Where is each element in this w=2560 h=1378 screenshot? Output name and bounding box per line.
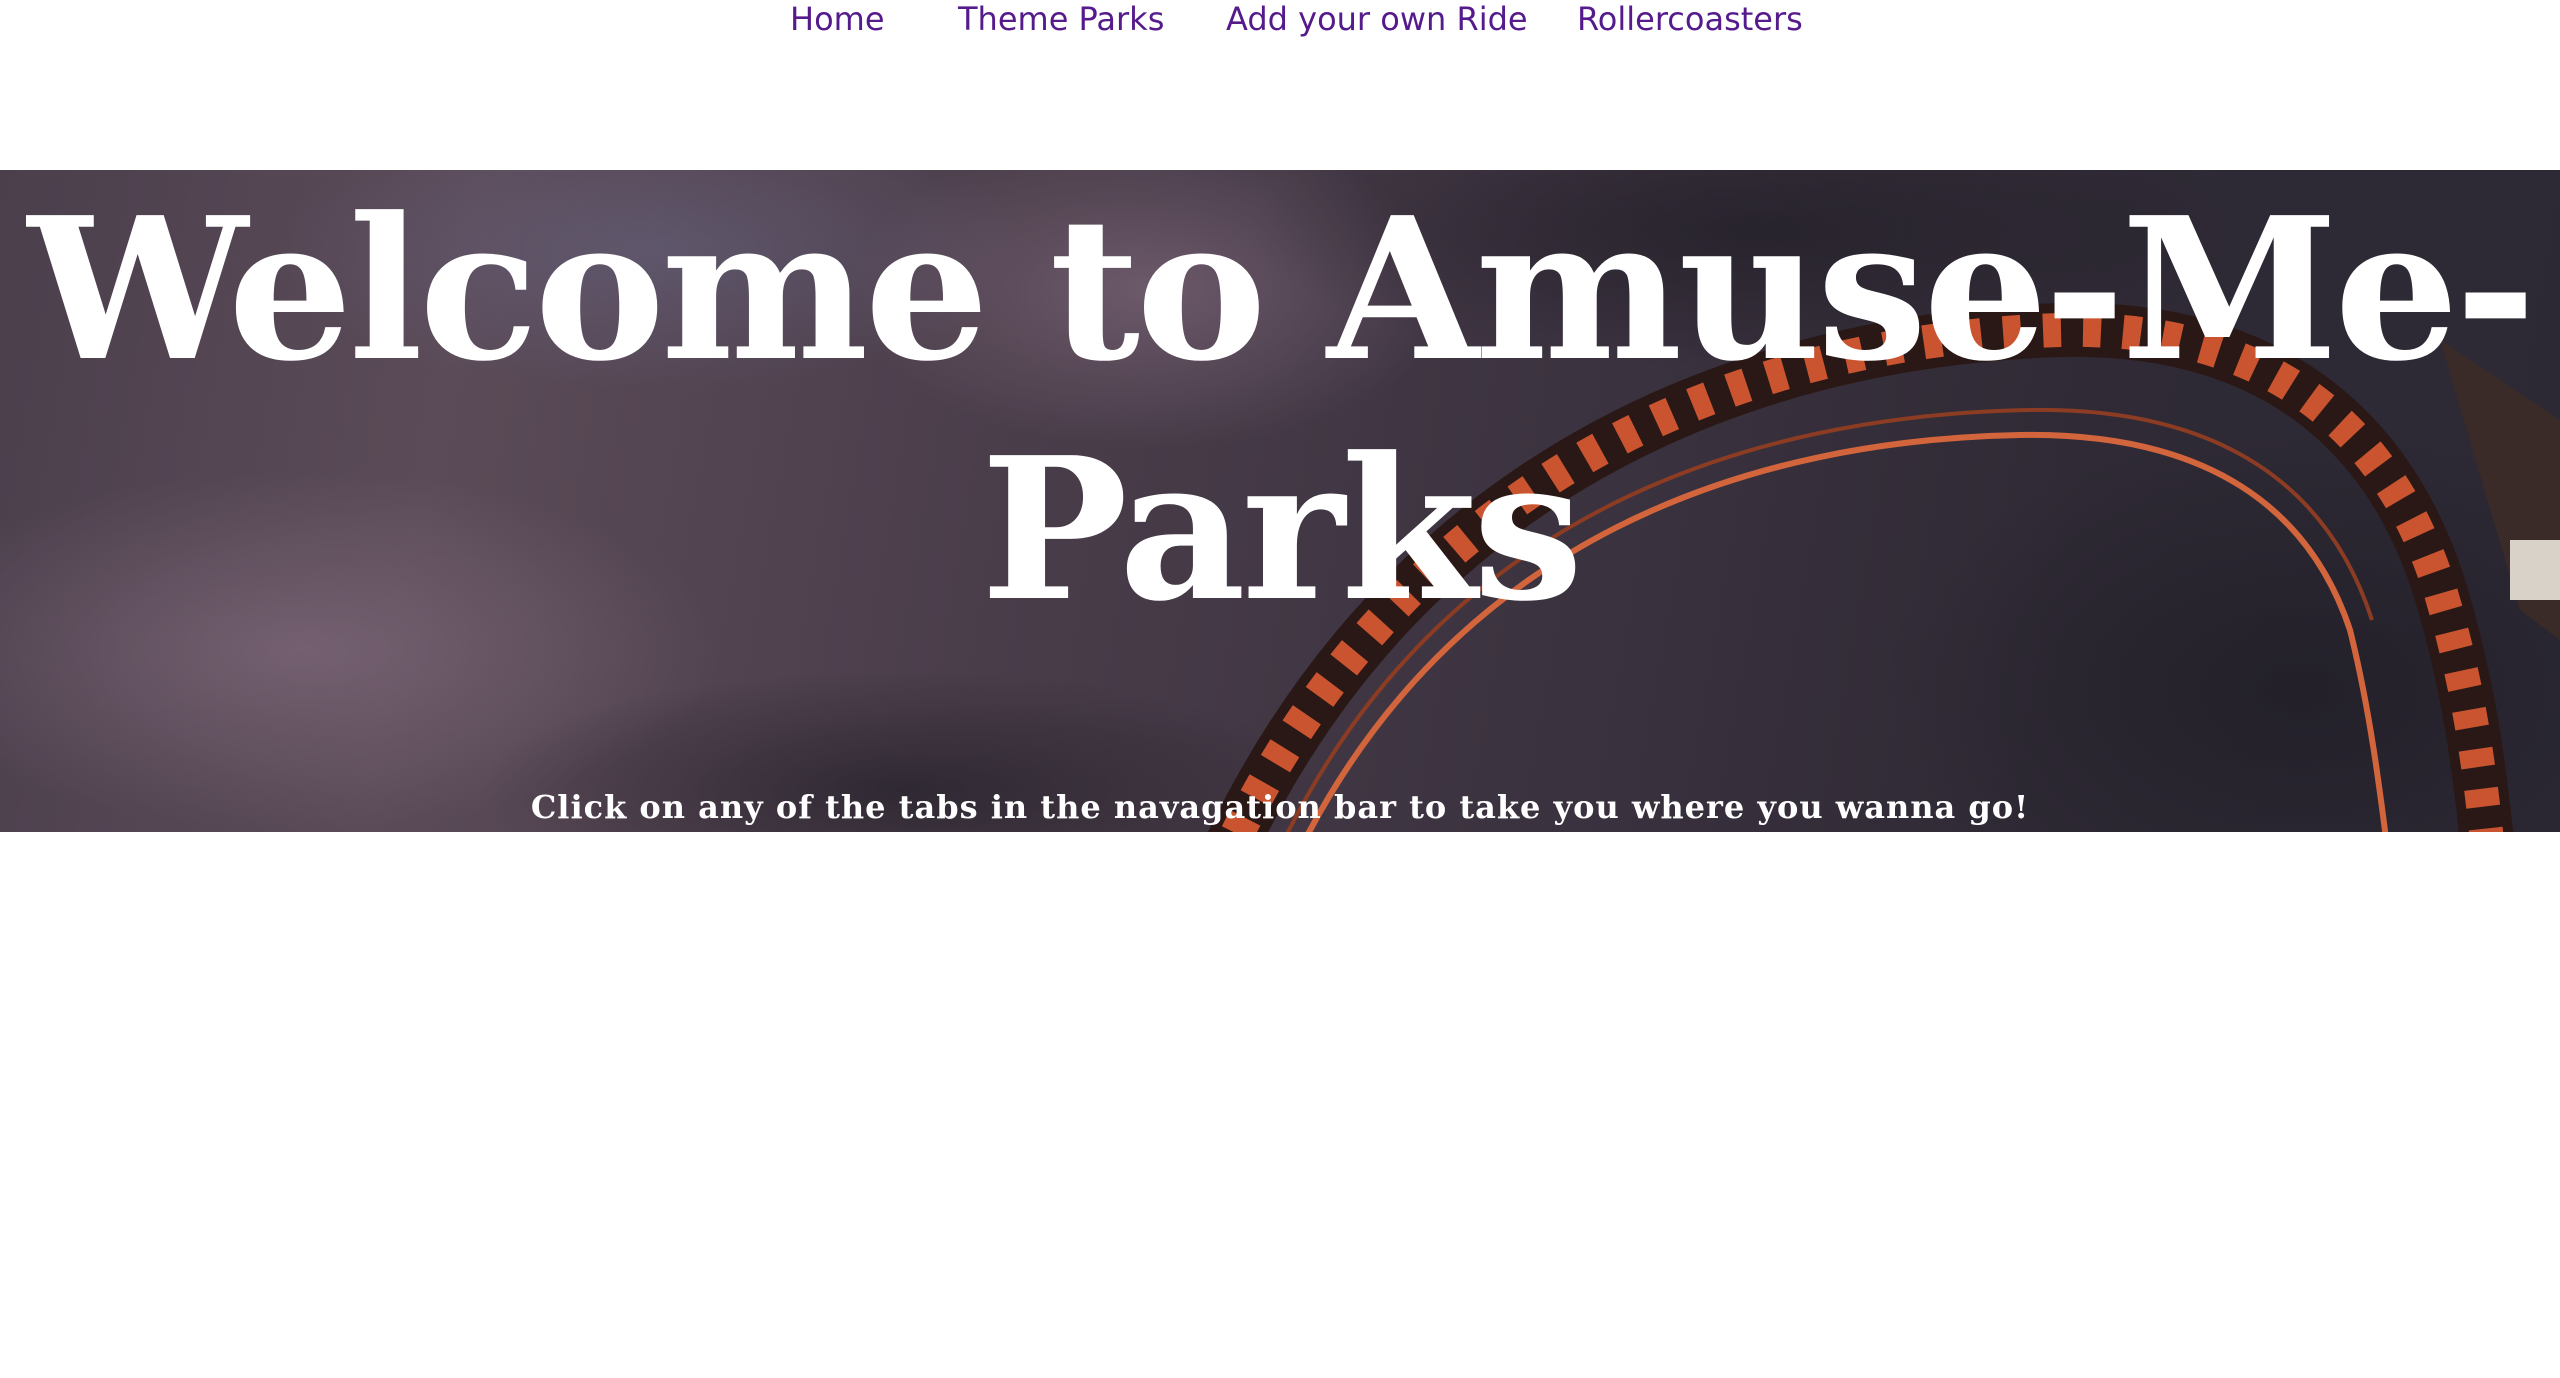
nav-link-theme-parks[interactable]: Theme Parks: [958, 0, 1164, 38]
hero-instruction-text: Click on any of the tabs in the navagati…: [530, 788, 2030, 826]
nav-link-rollercoasters[interactable]: Rollercoasters: [1577, 0, 1803, 38]
main-nav: Home Theme Parks Add your own Ride Rolle…: [0, 0, 2560, 40]
hero-banner: Welcome to Amuse-Me-Parks Click on any o…: [0, 170, 2560, 832]
nav-link-add-your-own-ride[interactable]: Add your own Ride: [1226, 0, 1528, 38]
page-title: Welcome to Amuse-Me-Parks: [27, 175, 2537, 645]
nav-link-home[interactable]: Home: [790, 0, 885, 38]
